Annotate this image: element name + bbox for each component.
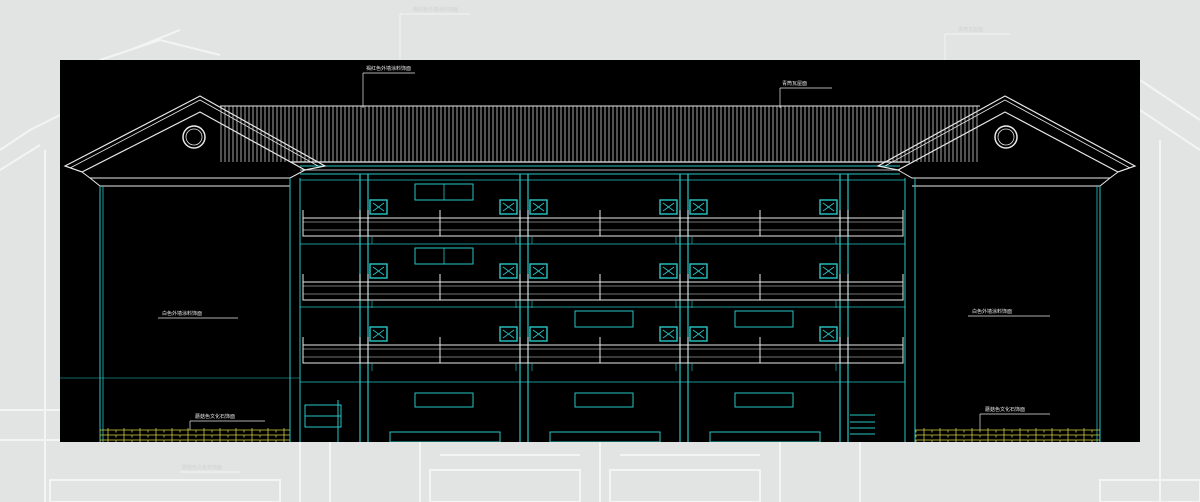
ornament-pattern bbox=[502, 202, 515, 212]
ornament-pattern bbox=[502, 266, 515, 276]
ornament-pattern bbox=[532, 202, 545, 212]
window bbox=[734, 392, 794, 408]
ghost-label-top-right: 青筒瓦屋面 bbox=[958, 26, 983, 33]
floor-balconies bbox=[300, 179, 905, 408]
ornament-pattern bbox=[372, 329, 385, 339]
label-wall-right: 白色外墙涂料饰面 bbox=[972, 308, 1012, 315]
ornament-pattern bbox=[692, 202, 705, 212]
balcony-rail bbox=[302, 344, 904, 364]
stone-base-left bbox=[100, 428, 290, 442]
ornament-pattern bbox=[822, 329, 835, 339]
label-stone-right: 蘑菇色文化石饰面 bbox=[985, 406, 1025, 413]
window bbox=[574, 310, 634, 328]
balcony-rail bbox=[302, 281, 904, 301]
label-roof-red: 褐红色外墙涂料饰面 bbox=[366, 65, 411, 72]
ornament-pattern bbox=[692, 266, 705, 276]
ghost-label-top-left: 褐红色外墙涂料饰面 bbox=[413, 6, 458, 13]
ornament-pattern bbox=[532, 266, 545, 276]
stone-base-right bbox=[915, 428, 1100, 442]
window bbox=[414, 392, 474, 408]
ornament-pattern bbox=[692, 329, 705, 339]
ground-floor-openings bbox=[304, 400, 875, 442]
ornament-pattern bbox=[662, 329, 675, 339]
label-stone-left: 蘑菇色文化石饰面 bbox=[195, 413, 235, 420]
window bbox=[734, 310, 794, 328]
ornament-pattern bbox=[822, 266, 835, 276]
window bbox=[574, 392, 634, 408]
ornament-pattern bbox=[662, 202, 675, 212]
label-roof-tile: 青筒瓦屋面 bbox=[782, 80, 807, 87]
ornament-pattern bbox=[502, 329, 515, 339]
ornament-pattern bbox=[532, 329, 545, 339]
ornament-pattern bbox=[822, 202, 835, 212]
ornament-pattern bbox=[662, 266, 675, 276]
columns bbox=[359, 174, 849, 442]
elevation-drawing: 褐红色外墙涂料饰面 青筒瓦屋面 白色外墙涂料饰面 白色外墙涂料饰面 蘑菇色文化石… bbox=[60, 60, 1140, 442]
balcony-rail bbox=[302, 217, 904, 237]
label-wall-left: 白色外墙涂料饰面 bbox=[162, 310, 202, 317]
main-roof bbox=[220, 105, 980, 175]
ornament-pattern bbox=[372, 266, 385, 276]
ornament-pattern bbox=[372, 202, 385, 212]
ghost-label-bottom-left: 蘑菇色文化石饰面 bbox=[182, 464, 222, 471]
left-gable bbox=[60, 95, 327, 442]
